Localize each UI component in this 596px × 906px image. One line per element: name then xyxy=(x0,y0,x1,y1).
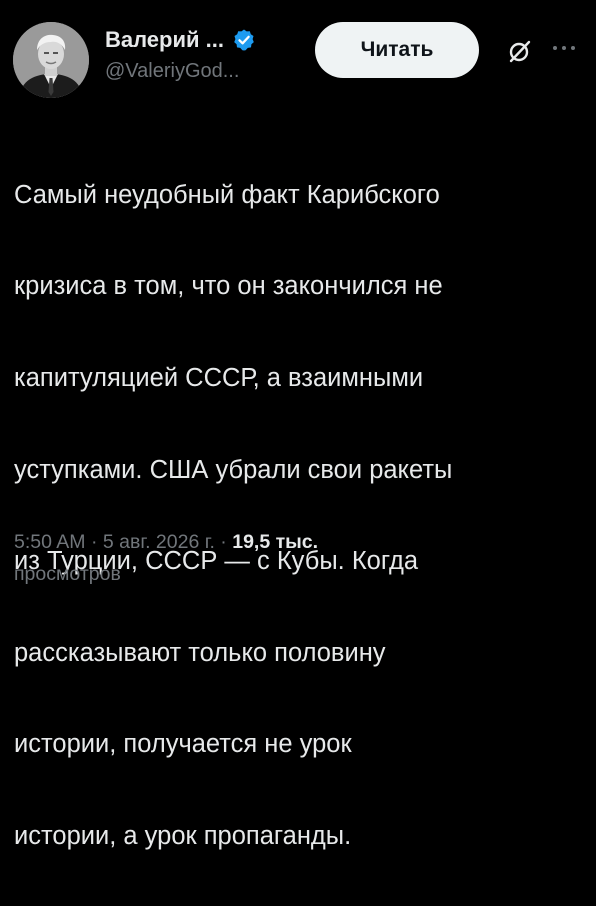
tweet-header: Валерий ... @ValeriyGod... Читать xyxy=(13,16,583,98)
grok-icon[interactable] xyxy=(505,36,535,66)
more-icon[interactable] xyxy=(549,38,579,58)
tweet-text: Самый неудобный факт Карибского кризиса … xyxy=(14,127,582,906)
tweet-meta: 5:50 AM · 5 авг. 2026 г. · 19,5 тыс. про… xyxy=(14,526,574,590)
author-handle[interactable]: @ValeriyGod... xyxy=(105,60,256,83)
tweet-text-line: уступками. США убрали свои ракеты xyxy=(14,455,453,484)
views-label: просмотров xyxy=(14,563,121,585)
meta-separator: · xyxy=(85,531,103,553)
tweet-text-line: рассказывают только половину xyxy=(14,638,386,667)
follow-button[interactable]: Читать xyxy=(315,22,479,78)
meta-separator: · xyxy=(214,531,233,553)
tweet-text-line: истории, а урок пропаганды. xyxy=(14,821,352,850)
tweet-text-line: кризиса в том, что он закончился не xyxy=(14,272,443,301)
name-row: Валерий ... xyxy=(105,26,256,54)
tweet-time[interactable]: 5:50 AM xyxy=(14,531,86,553)
avatar[interactable] xyxy=(13,22,89,98)
tweet-date[interactable]: 5 авг. 2026 г. xyxy=(103,531,215,553)
author-name[interactable]: Валерий ... xyxy=(105,27,224,53)
avatar-photo xyxy=(13,22,89,98)
verified-badge-icon xyxy=(232,28,256,52)
tweet-text-line: Самый неудобный факт Карибского xyxy=(14,180,440,209)
author-block: Валерий ... @ValeriyGod... xyxy=(105,26,256,83)
tweet-text-line: капитуляцией СССР, а взаимными xyxy=(14,363,424,392)
views-count[interactable]: 19,5 тыс. xyxy=(232,531,318,553)
tweet-text-line: истории, получается не урок xyxy=(14,730,352,759)
